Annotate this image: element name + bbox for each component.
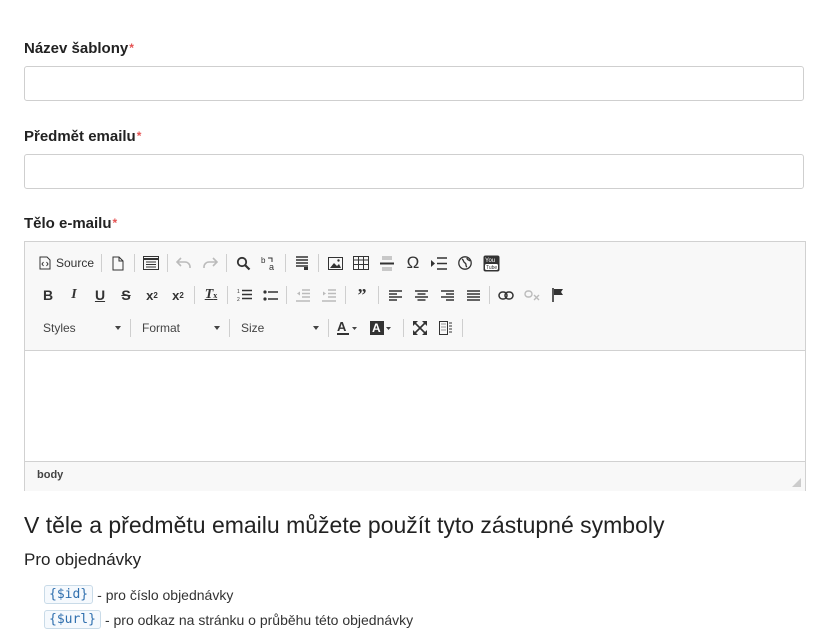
bold-icon[interactable]: B <box>35 283 61 307</box>
styles-dropdown[interactable]: Styles <box>35 317 127 339</box>
chevron-down-icon <box>115 326 121 330</box>
background-color-button[interactable]: A <box>366 316 400 340</box>
required-marker: * <box>129 41 134 55</box>
svg-text:2: 2 <box>237 297 240 302</box>
source-button[interactable]: Source <box>35 251 98 275</box>
show-blocks-icon[interactable] <box>433 316 459 340</box>
unlink-icon[interactable] <box>519 283 545 307</box>
format-dropdown[interactable]: Format <box>134 317 226 339</box>
source-icon <box>39 256 51 270</box>
strikethrough-icon[interactable]: S <box>113 283 139 307</box>
horizontal-line-icon[interactable] <box>374 251 400 275</box>
resize-handle-icon[interactable] <box>792 478 801 487</box>
placeholder-description: - pro odkaz na stránku o průběhu této ob… <box>104 611 414 628</box>
element-path[interactable]: body <box>37 469 63 481</box>
anchor-flag-icon[interactable] <box>545 283 571 307</box>
align-center-icon[interactable] <box>408 283 434 307</box>
size-dropdown-label: Size <box>241 321 265 335</box>
blockquote-icon[interactable]: ” <box>349 283 375 307</box>
chevron-down-icon <box>313 326 319 330</box>
placeholder-code: {$id} <box>44 585 94 604</box>
chevron-down-icon <box>214 326 220 330</box>
body-label: Tělo e-mailu* <box>24 215 118 232</box>
maximize-icon[interactable] <box>407 316 433 340</box>
list-item: {$id} - pro číslo objednávky <box>44 585 233 604</box>
placeholders-heading: V těle a předmětu emailu můžete použít t… <box>24 512 665 538</box>
svg-text:a: a <box>269 262 274 272</box>
template-name-input[interactable] <box>24 66 804 101</box>
page-break-icon[interactable] <box>426 251 452 275</box>
toolbar-row-3: Styles Format Size A A <box>35 315 466 341</box>
subject-label: Předmět emailu* <box>24 128 142 145</box>
outdent-icon[interactable] <box>290 283 316 307</box>
select-all-icon[interactable] <box>289 251 315 275</box>
link-icon[interactable] <box>493 283 519 307</box>
align-left-icon[interactable] <box>382 283 408 307</box>
find-icon[interactable] <box>230 251 256 275</box>
numbered-list-icon[interactable]: 12 <box>231 283 257 307</box>
superscript-icon[interactable]: x2 <box>165 283 191 307</box>
redo-icon[interactable] <box>197 251 223 275</box>
svg-text:A: A <box>372 321 381 335</box>
editor-status-bar: body <box>25 461 805 491</box>
remove-format-icon[interactable]: Tx <box>198 283 224 307</box>
justify-icon[interactable] <box>460 283 486 307</box>
svg-text:A: A <box>337 320 347 334</box>
text-color-button[interactable]: A <box>332 316 366 340</box>
svg-text:Tube: Tube <box>486 265 497 271</box>
template-name-label: Název šablony* <box>24 40 134 57</box>
subject-input[interactable] <box>24 154 804 189</box>
toolbar-row-1: Source ba Ω You Tube <box>35 250 504 276</box>
placeholders-subheading: Pro objednávky <box>24 550 142 569</box>
source-button-label: Source <box>56 256 95 270</box>
toolbar-row-2: B I U S x2 x2 Tx 12 ” <box>35 282 571 308</box>
styles-dropdown-label: Styles <box>43 321 76 335</box>
youtube-icon[interactable]: You Tube <box>478 251 504 275</box>
svg-text:b: b <box>261 256 266 265</box>
undo-icon[interactable] <box>171 251 197 275</box>
templates-icon[interactable] <box>138 251 164 275</box>
table-icon[interactable] <box>348 251 374 275</box>
required-marker: * <box>112 216 118 230</box>
iframe-globe-icon[interactable] <box>452 251 478 275</box>
editor-content-area[interactable] <box>25 351 805 461</box>
special-char-icon[interactable]: Ω <box>400 251 426 275</box>
placeholder-description: - pro číslo objednávky <box>97 586 234 603</box>
svg-text:You: You <box>485 258 495 264</box>
new-page-icon[interactable] <box>105 251 131 275</box>
bulleted-list-icon[interactable] <box>257 283 283 307</box>
indent-icon[interactable] <box>316 283 342 307</box>
replace-icon[interactable]: ba <box>256 251 282 275</box>
align-right-icon[interactable] <box>434 283 460 307</box>
format-dropdown-label: Format <box>142 321 181 335</box>
list-item: {$url} - pro odkaz na stránku o průběhu … <box>44 610 413 629</box>
italic-icon[interactable]: I <box>61 283 87 307</box>
image-icon[interactable] <box>322 251 348 275</box>
editor-toolbar: Source ba Ω You Tube B I U S x 2 x 2 T x… <box>25 242 805 351</box>
subscript-icon[interactable]: x2 <box>139 283 165 307</box>
svg-text:1: 1 <box>237 289 240 295</box>
size-dropdown[interactable]: Size <box>233 317 325 339</box>
placeholder-code: {$url} <box>44 610 101 629</box>
required-marker: * <box>136 129 142 143</box>
underline-icon[interactable]: U <box>87 283 113 307</box>
rich-text-editor: Source ba Ω You Tube B I U S x 2 x 2 T x… <box>24 241 806 491</box>
